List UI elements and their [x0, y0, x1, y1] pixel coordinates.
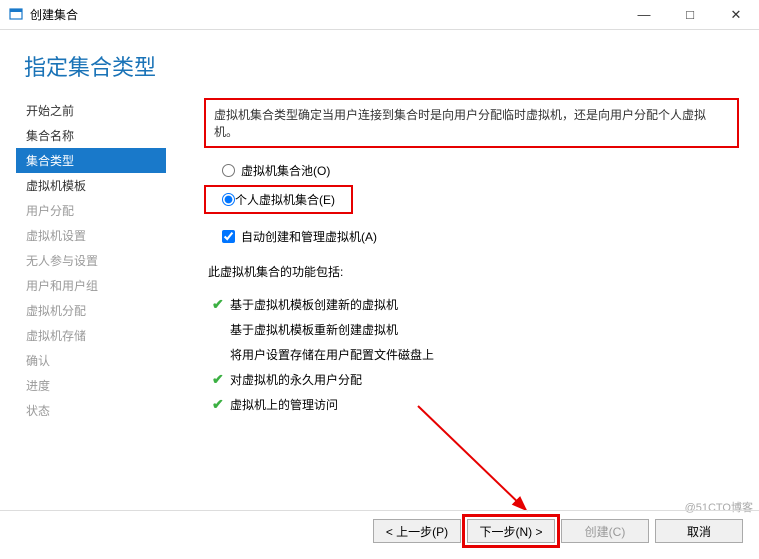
sidebar-item-4: 用户分配 [16, 198, 166, 223]
sidebar-item-9: 虚拟机存储 [16, 323, 166, 348]
info-description: 虚拟机集合类型确定当用户连接到集合时是向用户分配临时虚拟机，还是向用户分配个人虚… [204, 98, 739, 148]
maximize-button[interactable]: □ [667, 0, 713, 29]
sidebar-item-7: 用户和用户组 [16, 273, 166, 298]
next-button[interactable]: 下一步(N) > [467, 519, 555, 543]
checkmark-icon: ✔ [212, 371, 230, 388]
checkmark-icon: ✔ [212, 396, 230, 413]
cancel-button[interactable]: 取消 [655, 519, 743, 543]
radio-personal-input[interactable] [222, 193, 235, 206]
feature-text: 基于虚拟机模板重新创建虚拟机 [230, 321, 398, 338]
sidebar-item-0[interactable]: 开始之前 [16, 98, 166, 123]
radio-personal[interactable]: 个人虚拟机集合(E) [204, 185, 353, 214]
radio-personal-label: 个人虚拟机集合(E) [235, 191, 335, 208]
app-icon [8, 7, 24, 23]
sidebar-item-3[interactable]: 虚拟机模板 [16, 173, 166, 198]
prev-button[interactable]: < 上一步(P) [373, 519, 461, 543]
feature-text: 虚拟机上的管理访问 [230, 396, 338, 413]
heading-area: 指定集合类型 [0, 30, 759, 94]
feature-item-0: ✔基于虚拟机模板创建新的虚拟机 [212, 292, 739, 317]
sidebar-item-6: 无人参与设置 [16, 248, 166, 273]
sidebar-item-1[interactable]: 集合名称 [16, 123, 166, 148]
feature-item-4: ✔虚拟机上的管理访问 [212, 392, 739, 417]
checkbox-auto[interactable]: 自动创建和管理虚拟机(A) [204, 224, 739, 249]
create-button: 创建(C) [561, 519, 649, 543]
sidebar-item-12: 状态 [16, 398, 166, 423]
feature-text: 对虚拟机的永久用户分配 [230, 371, 362, 388]
sidebar-item-2[interactable]: 集合类型 [16, 148, 166, 173]
radio-pool-label: 虚拟机集合池(O) [241, 162, 330, 179]
content-area: 开始之前集合名称集合类型虚拟机模板用户分配虚拟机设置无人参与设置用户和用户组虚拟… [0, 94, 759, 423]
sidebar-item-10: 确认 [16, 348, 166, 373]
radio-pool-input[interactable] [222, 164, 235, 177]
main-panel: 虚拟机集合类型确定当用户连接到集合时是向用户分配临时虚拟机，还是向用户分配个人虚… [166, 98, 743, 423]
sidebar-item-5: 虚拟机设置 [16, 223, 166, 248]
feature-item-3: ✔对虚拟机的永久用户分配 [212, 367, 739, 392]
sidebar-item-8: 虚拟机分配 [16, 298, 166, 323]
close-button[interactable]: ✕ [713, 0, 759, 29]
feature-item-1: ✔基于虚拟机模板重新创建虚拟机 [212, 317, 739, 342]
feature-text: 将用户设置存储在用户配置文件磁盘上 [230, 346, 434, 363]
sidebar-item-11: 进度 [16, 373, 166, 398]
feature-list: ✔基于虚拟机模板创建新的虚拟机✔基于虚拟机模板重新创建虚拟机✔将用户设置存储在用… [204, 292, 739, 417]
checkbox-auto-label: 自动创建和管理虚拟机(A) [241, 228, 377, 245]
features-heading: 此虚拟机集合的功能包括: [208, 263, 739, 280]
minimize-button[interactable]: — [621, 0, 667, 29]
checkmark-icon: ✔ [212, 296, 230, 313]
wizard-sidebar: 开始之前集合名称集合类型虚拟机模板用户分配虚拟机设置无人参与设置用户和用户组虚拟… [16, 98, 166, 423]
button-bar: < 上一步(P) 下一步(N) > 创建(C) 取消 [0, 510, 759, 551]
checkbox-auto-input[interactable] [222, 230, 235, 243]
titlebar: 创建集合 — □ ✕ [0, 0, 759, 30]
window-controls: — □ ✕ [621, 0, 759, 29]
feature-text: 基于虚拟机模板创建新的虚拟机 [230, 296, 398, 313]
page-heading: 指定集合类型 [24, 50, 735, 82]
feature-item-2: ✔将用户设置存储在用户配置文件磁盘上 [212, 342, 739, 367]
window-title: 创建集合 [30, 6, 78, 23]
radio-pool[interactable]: 虚拟机集合池(O) [204, 158, 739, 183]
